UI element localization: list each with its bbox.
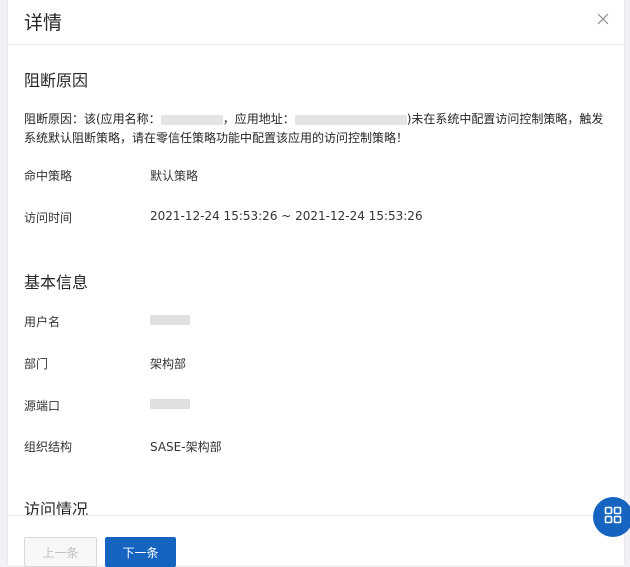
- access-time-label: 访问时间: [24, 211, 73, 225]
- basic-info-heading: 基本信息: [24, 273, 89, 292]
- source-port-label: 源端口: [24, 399, 61, 413]
- block-reason-heading: 阻断原因: [24, 71, 89, 90]
- redacted-source-port: [150, 399, 190, 409]
- grid-icon: [604, 506, 622, 528]
- redacted-app-address: [294, 114, 407, 125]
- username-label: 用户名: [24, 315, 61, 329]
- department-label: 部门: [24, 357, 49, 371]
- org-structure-value: SASE-架构部: [150, 440, 222, 454]
- detail-drawer: 详情 阻断原因 阻断原因：该(应用名称： ，应用地址：)未在系统中配置访问控制策略…: [7, 0, 625, 567]
- floating-grid-button[interactable]: [593, 497, 630, 537]
- block-reason-line1: 阻断原因：该(应用名称： ，应用地址：)未在系统中配置访问控制策略，触发: [24, 112, 604, 126]
- next-button[interactable]: 下一条: [105, 537, 176, 567]
- block-reason-text: 阻断原因：该(应用名称： ，应用地址：)未在系统中配置访问控制策略，触发 系统默认…: [24, 110, 604, 148]
- hit-policy-label: 命中策略: [24, 169, 73, 183]
- close-icon[interactable]: [592, 8, 614, 30]
- drawer-title: 详情: [24, 12, 63, 34]
- org-structure-label: 组织结构: [24, 440, 73, 454]
- redacted-username: [150, 315, 190, 325]
- prev-button[interactable]: 上一条: [24, 537, 97, 567]
- department-value: 架构部: [150, 357, 187, 371]
- drawer-header: 详情: [8, 0, 624, 45]
- block-reason-line2: 系统默认阻断策略，请在零信任策略功能中配置该应用的访问控制策略！: [24, 131, 409, 145]
- drawer-footer: 上一条 下一条: [8, 515, 624, 567]
- access-time-value: 2021-12-24 15:53:26 ~ 2021-12-24 15:53:2…: [150, 209, 423, 223]
- hit-policy-value: 默认策略: [150, 169, 199, 183]
- redacted-app-name: [160, 114, 223, 125]
